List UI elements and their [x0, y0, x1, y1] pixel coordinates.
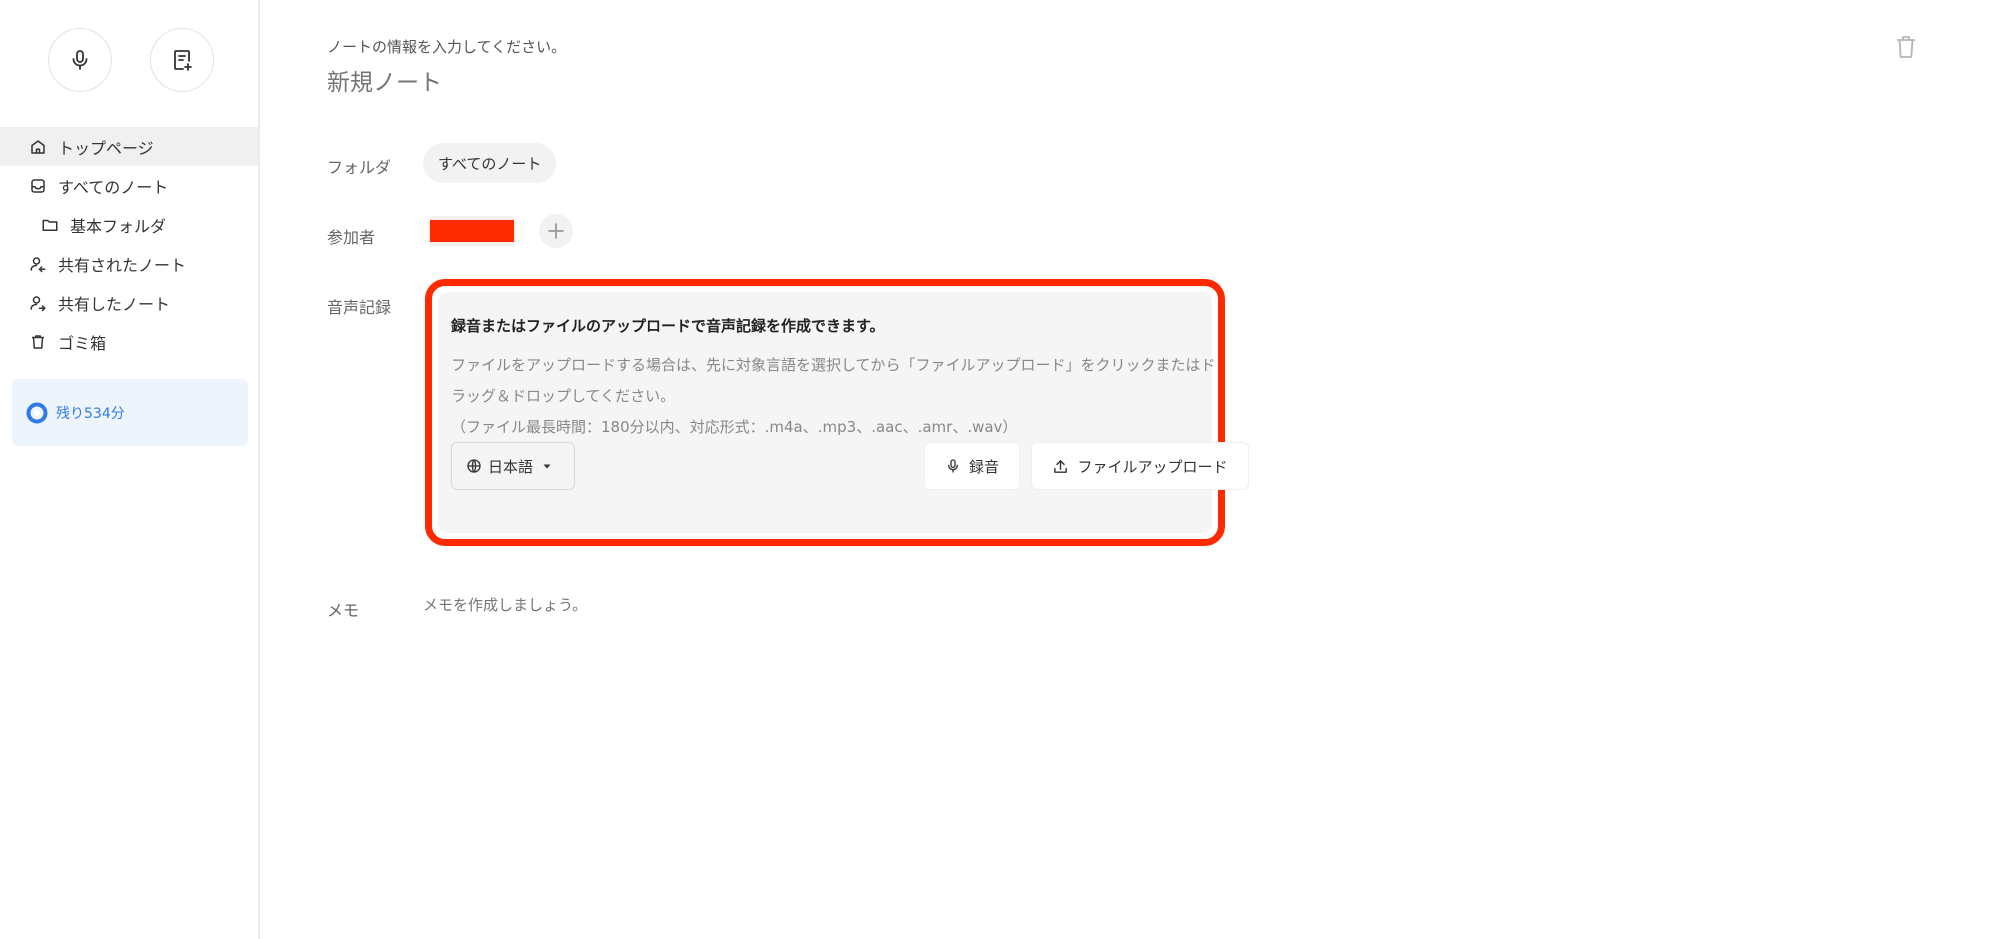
upload-icon	[1054, 459, 1068, 473]
shared-in-icon	[28, 254, 48, 274]
record-button-label: 録音	[968, 457, 999, 476]
sidebar-item-trash[interactable]: ゴミ箱	[0, 322, 258, 361]
sidebar-item-label: すべてのノート	[58, 177, 169, 197]
globe-icon	[467, 459, 481, 473]
sidebar-item-shared-by-me[interactable]: 共有したノート	[0, 283, 258, 322]
sidebar-item-top-page[interactable]: トップページ	[0, 127, 258, 166]
memo-label: メモ	[327, 601, 360, 620]
folder-label: フォルダ	[327, 158, 392, 177]
inbox-icon	[28, 176, 48, 196]
redacted-participant	[430, 220, 514, 242]
record-shortcut-button[interactable]	[48, 28, 112, 92]
participants-label: 参加者	[327, 228, 376, 247]
new-note-icon	[174, 50, 192, 71]
microphone-icon	[72, 50, 88, 70]
remaining-minutes-card: 残り534分	[12, 379, 248, 446]
language-select[interactable]: 日本語	[451, 442, 575, 490]
audio-record-label: 音声記録	[327, 298, 392, 317]
add-participant-button[interactable]	[539, 214, 573, 248]
sidebar-item-label: 基本フォルダ	[70, 216, 167, 236]
sidebar-item-basic-folder[interactable]: 基本フォルダ	[0, 205, 258, 244]
remaining-minutes-label: 残り534分	[56, 405, 125, 422]
sidebar: トップページ すべてのノート 基本フォルダ 共有されたノート 共有したノート ゴ…	[0, 0, 260, 939]
caret-down-icon	[543, 464, 551, 469]
audio-record-inner: 録音またはファイルのアップロードで音声記録を作成できます。 ファイルをアップロー…	[438, 292, 1249, 533]
folder-select[interactable]: すべてのノート	[423, 143, 557, 183]
new-note-button[interactable]	[150, 28, 214, 92]
trash-icon	[1897, 36, 1915, 58]
sidebar-nav: トップページ すべてのノート 基本フォルダ 共有されたノート 共有したノート ゴ…	[0, 127, 258, 361]
file-upload-button-label: ファイルアップロード	[1077, 457, 1228, 476]
audio-upload-instruction: ファイルをアップロードする場合は、先に対象言語を選択してから「ファイルアップロー…	[451, 356, 1216, 405]
audio-record-heading: 録音またはファイルのアップロードで音声記録を作成できます。	[451, 317, 885, 335]
home-icon	[28, 137, 48, 157]
sidebar-item-shared-with-me[interactable]: 共有されたノート	[0, 244, 258, 283]
microphone-icon	[947, 459, 958, 473]
sidebar-item-label: トップページ	[58, 138, 154, 158]
record-button[interactable]: 録音	[924, 442, 1020, 490]
sidebar-item-label: 共有されたノート	[58, 255, 187, 275]
trash-icon	[28, 332, 48, 352]
progress-ring-icon	[26, 402, 48, 423]
note-info-hint: ノートの情報を入力してください。	[327, 38, 567, 56]
plus-icon	[548, 223, 564, 239]
audio-record-description: ファイルをアップロードする場合は、先に対象言語を選択してから「ファイルアップロー…	[451, 350, 1221, 443]
delete-note-button[interactable]	[1894, 34, 1918, 64]
folder-value: すべてのノート	[438, 154, 542, 173]
memo-input[interactable]	[423, 596, 1023, 614]
sidebar-item-all-notes[interactable]: すべてのノート	[0, 166, 258, 205]
note-editor: ノートの情報を入力してください。 フォルダ すべてのノート 参加者 音声記録 録…	[262, 0, 1999, 939]
audio-format-note: （ファイル最長時間：180分以内、対応形式：.m4a、.mp3、.aac、.am…	[451, 418, 1018, 436]
shared-out-icon	[28, 293, 48, 313]
audio-record-panel: 録音またはファイルのアップロードで音声記録を作成できます。 ファイルをアップロー…	[425, 279, 1249, 546]
note-title-input[interactable]	[327, 70, 927, 96]
participant-chip[interactable]	[428, 216, 516, 246]
sidebar-item-label: 共有したノート	[58, 294, 171, 314]
sidebar-item-label: ゴミ箱	[58, 333, 107, 353]
file-upload-button[interactable]: ファイルアップロード	[1031, 442, 1249, 490]
language-value: 日本語	[488, 457, 534, 476]
folder-icon	[40, 215, 60, 235]
